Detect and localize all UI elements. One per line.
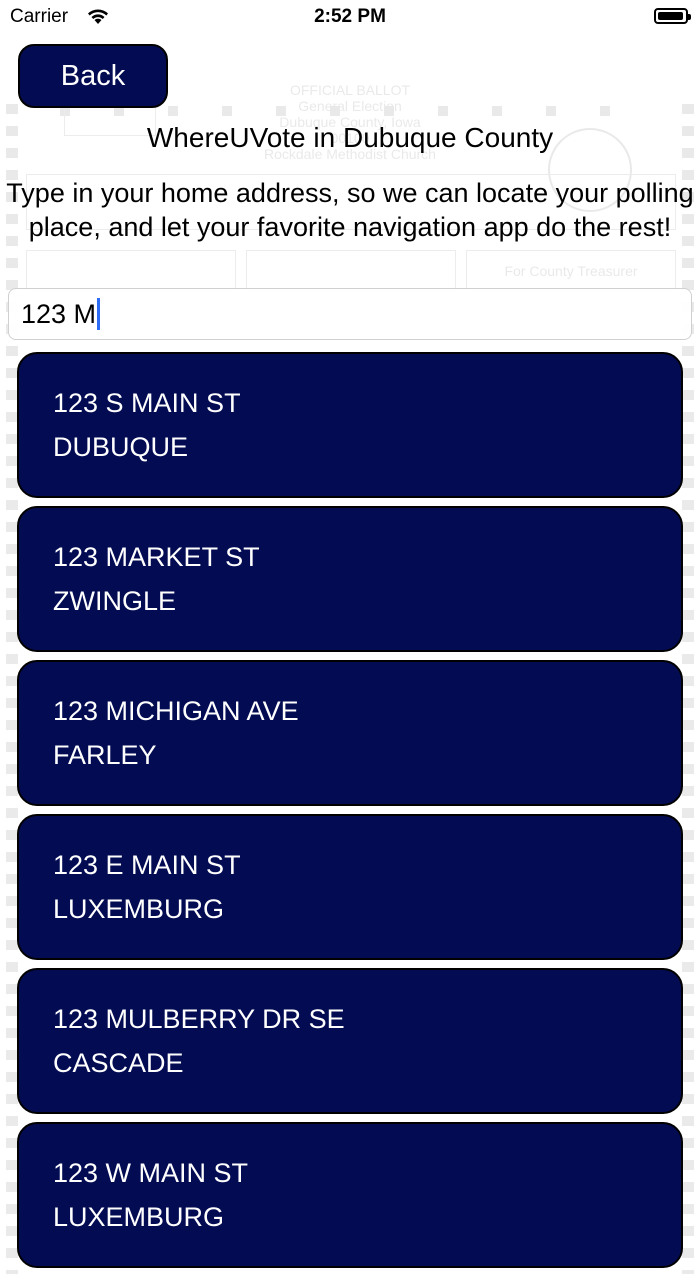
result-street: 123 E MAIN ST xyxy=(53,850,241,880)
text-cursor xyxy=(97,298,101,330)
result-city: FARLEY xyxy=(53,740,157,770)
status-time: 2:52 PM xyxy=(314,6,386,27)
result-city: ZWINGLE xyxy=(53,586,177,616)
address-search-value: 123 M xyxy=(21,298,97,329)
address-search-input[interactable]: 123 M xyxy=(8,288,692,340)
result-city: CASCADE xyxy=(53,1048,184,1078)
instructions-text: Type in your home address, so we can loc… xyxy=(6,178,694,242)
ballot-column-header: For County Treasurer xyxy=(504,263,638,279)
ballot-box: For County Treasurer xyxy=(466,250,676,292)
result-street: 123 S MAIN ST xyxy=(53,388,241,418)
result-street: 123 MICHIGAN AVE xyxy=(53,696,299,726)
ballot-box xyxy=(246,250,456,292)
address-result-item[interactable]: 123 W MAIN ST LUXEMBURG xyxy=(17,1122,683,1268)
result-street: 123 W MAIN ST xyxy=(53,1158,249,1188)
address-result-item[interactable]: 123 E MAIN ST LUXEMBURG xyxy=(17,814,683,960)
result-street: 123 MULBERRY DR SE xyxy=(53,1004,345,1034)
result-city: LUXEMBURG xyxy=(53,1202,225,1232)
address-result-item[interactable]: 123 MULBERRY DR SE CASCADE xyxy=(17,968,683,1114)
address-results-list: 123 S MAIN ST DUBUQUE 123 MARKET ST ZWIN… xyxy=(17,352,683,1276)
status-bar: Carrier 2:52 PM xyxy=(0,0,700,36)
battery-icon xyxy=(654,8,691,24)
result-city: DUBUQUE xyxy=(53,432,189,462)
back-button[interactable]: Back xyxy=(18,44,168,108)
result-city: LUXEMBURG xyxy=(53,894,225,924)
ballot-edge-marks-right xyxy=(682,104,694,1274)
ballot-heading-line: General Election xyxy=(298,98,402,114)
page-title: WhereUVote in Dubuque County xyxy=(146,122,554,153)
ballot-box xyxy=(26,250,236,292)
address-result-item[interactable]: 123 MICHIGAN AVE FARLEY xyxy=(17,660,683,806)
result-street: 123 MARKET ST xyxy=(53,542,260,572)
ballot-heading-line: OFFICIAL BALLOT xyxy=(289,82,411,98)
address-result-item[interactable]: 123 MARKET ST ZWINGLE xyxy=(17,506,683,652)
back-button-label: Back xyxy=(60,59,126,92)
address-result-item[interactable]: 123 S MAIN ST DUBUQUE xyxy=(17,352,683,498)
